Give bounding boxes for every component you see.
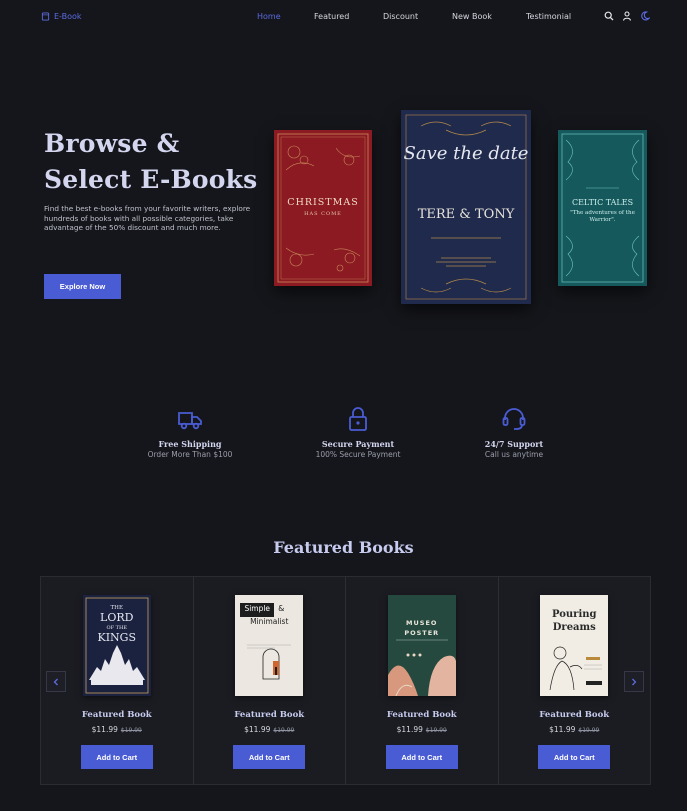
book-cover-pouring-dreams[interactable]: Pouring Dreams <box>540 595 609 696</box>
book-cover-museo-poster[interactable]: MUSEO POSTER <box>387 595 456 696</box>
nav-link-discount[interactable]: Discount <box>383 12 418 21</box>
hero-book-save-the-date: Save the date TERE & TONY <box>401 110 531 304</box>
price: $11.99 <box>91 725 118 734</box>
hero-title-line-2: Select E-Books <box>44 165 258 194</box>
headset-icon <box>502 408 526 430</box>
hero-description: Find the best e-books from your favorite… <box>44 204 251 233</box>
chevron-right-icon <box>632 678 637 685</box>
book-card: Simple & Minimalist Featured Book $11.99… <box>193 577 346 784</box>
carousel-next-button[interactable] <box>624 671 644 692</box>
nav-icons <box>604 11 650 21</box>
cover-art <box>387 639 456 696</box>
celtic-tales-subtitle: "The adventures of the Warrior". <box>570 210 635 223</box>
cover-text: Simple <box>244 604 271 613</box>
nav-link-testimonial[interactable]: Testimonial <box>526 12 571 21</box>
hero-title: Browse & Select E-Books <box>44 126 257 198</box>
hero-title-line-1: Browse & <box>44 129 180 158</box>
old-price: $19.99 <box>120 727 142 734</box>
moon-icon[interactable] <box>640 11 650 21</box>
hero-book-christmas: CHRISTMAS HAS COME <box>274 130 372 286</box>
cover-text: KINGS <box>97 631 136 644</box>
top-navigation: E-Book Home Featured Discount New Book T… <box>0 0 687 34</box>
book-card-prices: $11.99 $19.99 <box>346 725 498 734</box>
book-card-title: Featured Book <box>539 710 610 720</box>
feature-subtitle: 100% Secure Payment <box>315 450 401 459</box>
add-to-cart-button[interactable]: Add to Cart <box>385 745 458 769</box>
feature-title: 24/7 Support <box>484 439 544 449</box>
search-icon[interactable] <box>604 11 614 21</box>
old-price: $19.99 <box>273 727 295 734</box>
book-cover-lord-of-the-kings[interactable]: THE LORD OF THE KINGS SARAH GESTON <box>82 595 151 696</box>
christmas-subtitle: HAS COME <box>304 211 342 217</box>
book-icon <box>41 12 50 21</box>
truck-icon <box>178 412 202 430</box>
book-card-title: Featured Book <box>81 710 152 720</box>
cover-author: SARAH GESTON <box>101 686 133 690</box>
book-card-title: Featured Book <box>386 710 457 720</box>
carousel-prev-button[interactable] <box>46 671 66 692</box>
nav-link-home[interactable]: Home <box>257 12 281 21</box>
add-to-cart-button[interactable]: Add to Cart <box>538 745 611 769</box>
feature-free-shipping: Free Shipping Order More Than $100 <box>135 405 245 459</box>
logo-text: E-Book <box>54 12 82 21</box>
book-cover-simple-minimalist[interactable]: Simple & Minimalist <box>235 595 304 696</box>
cover-text: POSTER <box>404 629 440 637</box>
christmas-title: CHRISTMAS <box>287 197 359 208</box>
feature-title: Secure Payment <box>321 439 395 449</box>
featured-books-carousel: THE LORD OF THE KINGS SARAH GESTON Featu… <box>40 576 651 785</box>
nav-link-new-book[interactable]: New Book <box>452 12 492 21</box>
ornament-frame <box>277 133 369 283</box>
chevron-left-icon <box>53 678 58 685</box>
featured-books-heading: Featured Books <box>273 538 414 557</box>
cover-text: LORD <box>100 611 134 624</box>
price: $11.99 <box>244 725 271 734</box>
old-price: $19.99 <box>425 727 447 734</box>
book-card: MUSEO POSTER Featured Book $11.99 $19.99 … <box>346 577 499 784</box>
hero-book-celtic-tales: CELTIC TALES "The adventures of the Warr… <box>558 130 647 286</box>
cover-text: Pouring <box>551 609 597 620</box>
feature-secure-payment: Secure Payment 100% Secure Payment <box>303 405 413 459</box>
price: $11.99 <box>549 725 576 734</box>
feature-subtitle: Call us anytime <box>484 450 544 459</box>
add-to-cart-button[interactable]: Add to Cart <box>233 745 306 769</box>
feature-title: Free Shipping <box>158 439 222 449</box>
cover-text: Dreams <box>552 622 596 633</box>
ornament-frame <box>561 133 644 283</box>
nav-link-featured[interactable]: Featured <box>314 12 349 21</box>
old-price: $19.99 <box>578 727 600 734</box>
feature-subtitle: Order More Than $100 <box>147 450 233 459</box>
add-to-cart-button[interactable]: Add to Cart <box>80 745 153 769</box>
cover-text: Minimalist <box>250 617 289 626</box>
lock-icon <box>349 407 367 431</box>
celtic-tales-title: CELTIC TALES <box>571 198 634 207</box>
explore-now-button[interactable]: Explore Now <box>44 274 121 299</box>
site-logo[interactable]: E-Book <box>41 12 82 21</box>
cover-text: MUSEO <box>406 619 438 627</box>
book-card-prices: $11.99 $19.99 <box>194 725 346 734</box>
save-the-date-names: TERE & TONY <box>417 207 515 222</box>
price: $11.99 <box>396 725 423 734</box>
book-card-prices: $11.99 $19.99 <box>499 725 651 734</box>
book-card-title: Featured Book <box>234 710 305 720</box>
feature-support: 24/7 Support Call us anytime <box>459 405 569 459</box>
book-card-prices: $11.99 $19.99 <box>41 725 193 734</box>
save-the-date-script: Save the date <box>403 143 529 164</box>
user-icon[interactable] <box>622 11 632 21</box>
cover-text: & <box>278 604 285 613</box>
